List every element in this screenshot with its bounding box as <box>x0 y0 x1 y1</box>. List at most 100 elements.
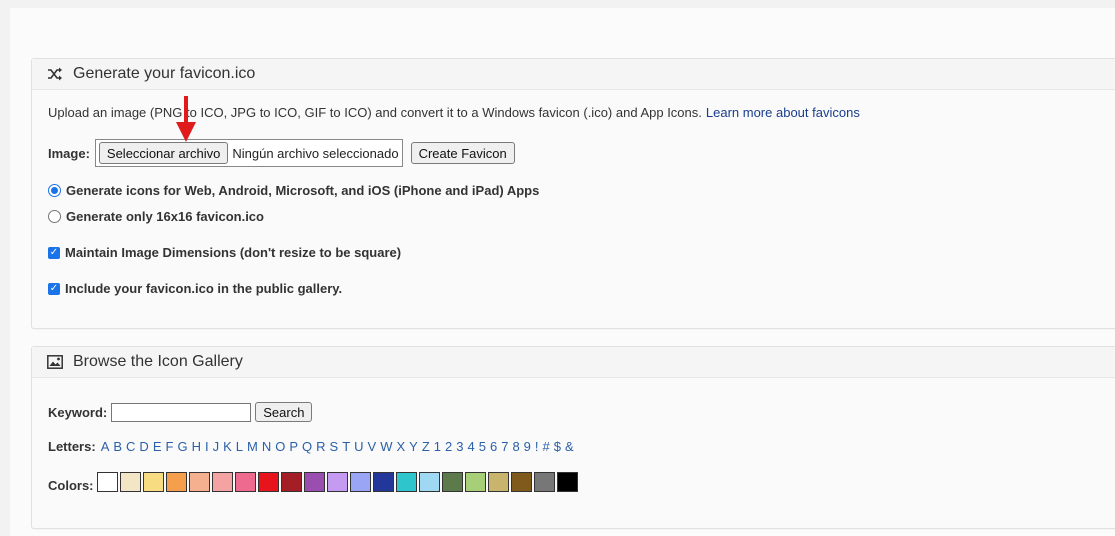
color-swatch[interactable] <box>234 471 256 492</box>
keyword-row: Keyword: Search <box>48 402 313 422</box>
page: Generate your favicon.ico Upload an imag… <box>10 8 1115 536</box>
letter-link[interactable]: G <box>177 439 187 454</box>
color-swatch[interactable] <box>464 471 486 492</box>
letter-link[interactable]: R <box>316 439 325 454</box>
color-swatch[interactable] <box>142 471 164 492</box>
letter-link[interactable]: Y <box>409 439 418 454</box>
letter-link[interactable]: 2 <box>445 439 452 454</box>
letter-link[interactable]: ! <box>535 439 539 454</box>
check-dimensions-label[interactable]: Maintain Image Dimensions (don't resize … <box>65 245 401 260</box>
generate-panel-header: Generate your favicon.ico <box>32 59 1115 90</box>
letter-link[interactable]: $ <box>554 439 561 454</box>
colors-row: Colors: <box>48 470 580 493</box>
letter-link[interactable]: 3 <box>456 439 463 454</box>
color-swatch[interactable] <box>487 471 509 492</box>
gallery-panel: Browse the Icon Gallery Keyword: Search … <box>31 346 1115 529</box>
gallery-panel-title: Browse the Icon Gallery <box>73 353 243 370</box>
letter-link[interactable]: & <box>565 439 574 454</box>
shuffle-icon <box>46 65 64 83</box>
letter-link[interactable]: 4 <box>468 439 475 454</box>
color-swatch[interactable] <box>280 471 302 492</box>
color-swatch[interactable] <box>326 471 348 492</box>
image-label: Image: <box>48 145 90 161</box>
letter-link[interactable]: T <box>342 439 350 454</box>
red-arrow-annotation <box>176 96 196 142</box>
letter-link[interactable]: N <box>262 439 271 454</box>
color-swatch[interactable] <box>395 471 417 492</box>
generate-description-row: Upload an image (PNG to ICO, JPG to ICO,… <box>48 105 860 120</box>
radio-16x16[interactable] <box>48 210 61 223</box>
letter-link[interactable]: Z <box>422 439 430 454</box>
letter-link[interactable]: J <box>213 439 220 454</box>
file-input[interactable]: Seleccionar archivo Ningún archivo selec… <box>94 139 403 167</box>
choose-file-button[interactable]: Seleccionar archivo <box>98 142 229 164</box>
file-status: Ningún archivo seleccionado <box>232 145 399 161</box>
letter-link[interactable]: 6 <box>490 439 497 454</box>
learn-more-link[interactable]: Learn more about favicons <box>706 105 860 120</box>
letter-link[interactable]: A <box>101 439 110 454</box>
letter-link[interactable]: X <box>397 439 406 454</box>
color-swatch[interactable] <box>418 471 440 492</box>
letters-list: A B C D E F G H I J K L M N O P Q R S T U V W X Y Z 1 2 3 4 5 6 7 8 9! # $ & <box>101 439 578 454</box>
keyword-label: Keyword: <box>48 404 108 420</box>
letter-link[interactable]: 5 <box>479 439 486 454</box>
letter-link[interactable]: C <box>126 439 135 454</box>
letter-link[interactable]: B <box>113 439 122 454</box>
color-swatch[interactable] <box>257 471 279 492</box>
radio-all-label[interactable]: Generate icons for Web, Android, Microso… <box>66 183 539 198</box>
letter-link[interactable]: S <box>330 439 339 454</box>
letters-label: Letters: <box>48 439 96 454</box>
letter-link[interactable]: M <box>247 439 258 454</box>
radio-16-label[interactable]: Generate only 16x16 favicon.ico <box>66 209 264 224</box>
letter-link[interactable]: D <box>139 439 148 454</box>
letter-link[interactable]: W <box>380 439 392 454</box>
color-swatch[interactable] <box>165 471 187 492</box>
generate-description: Upload an image (PNG to ICO, JPG to ICO,… <box>48 105 702 120</box>
letter-link[interactable]: U <box>354 439 363 454</box>
color-swatches <box>96 471 580 492</box>
letter-link[interactable]: H <box>192 439 201 454</box>
checkbox-dimensions[interactable]: ✓ <box>48 246 60 259</box>
letter-link[interactable]: P <box>289 439 298 454</box>
letter-link[interactable]: O <box>275 439 285 454</box>
color-swatch[interactable] <box>119 471 141 492</box>
letter-link[interactable]: V <box>368 439 377 454</box>
color-swatch[interactable] <box>441 471 463 492</box>
letter-link[interactable]: E <box>153 439 162 454</box>
radio-all-row[interactable]: Generate icons for Web, Android, Microso… <box>48 183 539 198</box>
keyword-input[interactable] <box>111 402 252 422</box>
letter-link[interactable]: 1 <box>434 439 441 454</box>
color-swatch[interactable] <box>188 471 210 492</box>
color-swatch[interactable] <box>510 471 532 492</box>
color-swatch[interactable] <box>533 471 555 492</box>
color-swatch[interactable] <box>349 471 371 492</box>
gallery-panel-header: Browse the Icon Gallery <box>32 347 1115 378</box>
letter-link[interactable]: L <box>236 439 243 454</box>
color-swatch[interactable] <box>96 471 118 492</box>
check-gallery-row[interactable]: ✓ Include your favicon.ico in the public… <box>48 281 342 296</box>
generate-panel-title: Generate your favicon.ico <box>73 65 256 82</box>
image-icon <box>46 353 64 371</box>
check-gallery-label[interactable]: Include your favicon.ico in the public g… <box>65 281 342 296</box>
letter-link[interactable]: # <box>543 439 550 454</box>
color-swatch[interactable] <box>303 471 325 492</box>
search-button[interactable]: Search <box>255 402 313 422</box>
checkbox-public-gallery[interactable]: ✓ <box>48 282 60 295</box>
letter-link[interactable]: 9 <box>524 439 531 454</box>
letter-link[interactable]: K <box>223 439 232 454</box>
color-swatch[interactable] <box>556 471 578 492</box>
letter-link[interactable]: F <box>165 439 173 454</box>
letter-link[interactable]: Q <box>302 439 312 454</box>
letter-link[interactable]: I <box>205 439 209 454</box>
radio-16-row[interactable]: Generate only 16x16 favicon.ico <box>48 209 264 224</box>
letter-link[interactable]: 8 <box>512 439 519 454</box>
radio-all-platforms[interactable] <box>48 184 61 197</box>
color-swatch[interactable] <box>372 471 394 492</box>
image-row: Image: Seleccionar archivo Ningún archiv… <box>48 139 515 167</box>
colors-label: Colors: <box>48 478 94 493</box>
create-favicon-button[interactable]: Create Favicon <box>410 142 515 164</box>
letter-link[interactable]: 7 <box>501 439 508 454</box>
letters-row: Letters: ABCDEFGHIJKLMNOPQRSTUVWXYZ12345… <box>48 439 578 454</box>
color-swatch[interactable] <box>211 471 233 492</box>
check-dimensions-row[interactable]: ✓ Maintain Image Dimensions (don't resiz… <box>48 245 401 260</box>
